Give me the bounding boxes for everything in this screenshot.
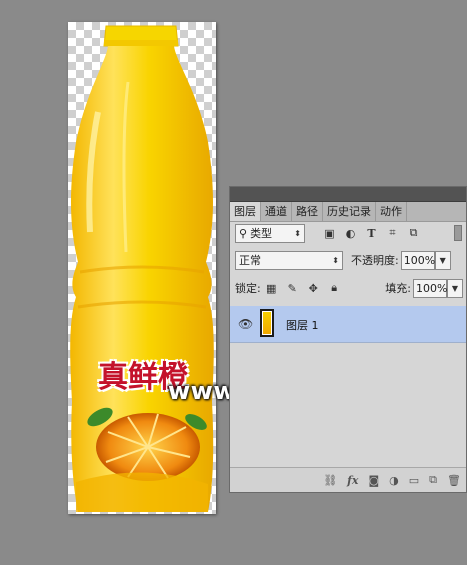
- trash-icon[interactable]: 🗑︎: [447, 474, 461, 487]
- layer-name[interactable]: 图层 1: [286, 317, 319, 333]
- filter-kind-label: 类型: [250, 227, 273, 240]
- blend-mode-label: 正常: [239, 254, 261, 267]
- adjustment-icon[interactable]: ◑: [389, 474, 399, 487]
- smart-object-filter-icon[interactable]: ⧉: [407, 226, 420, 240]
- opacity-label: 不透明度:: [351, 254, 399, 267]
- lock-all-icon[interactable]: 🔒︎: [328, 281, 341, 295]
- fill-input[interactable]: 100%: [413, 278, 448, 298]
- layer-row[interactable]: 👁︎ 图层 1: [230, 306, 466, 343]
- panel-footer: ⛓ fx ◙ ◑ ▭ ⧉ 🗑︎: [230, 467, 466, 492]
- updown-arrow-icon: ⬍: [332, 255, 339, 265]
- opacity-dropdown-button[interactable]: ▼: [434, 250, 451, 270]
- fx-icon[interactable]: fx: [347, 474, 358, 487]
- tab-paths[interactable]: 路径: [292, 202, 323, 221]
- opacity-input[interactable]: 100%: [400, 250, 436, 270]
- filter-toggle[interactable]: [454, 225, 462, 241]
- lock-transparent-icon[interactable]: ▦: [265, 282, 278, 295]
- adjustment-filter-icon[interactable]: ◐: [344, 227, 357, 240]
- lock-position-icon[interactable]: ✥: [307, 282, 320, 295]
- tab-actions[interactable]: 动作: [376, 202, 407, 221]
- tab-layers[interactable]: 图层: [230, 202, 261, 221]
- mask-icon[interactable]: ◙: [368, 474, 379, 487]
- link-icon[interactable]: ⛓: [323, 474, 337, 487]
- lock-label: 锁定:: [235, 282, 261, 295]
- tab-history[interactable]: 历史记录: [323, 202, 376, 221]
- pixel-filter-icon[interactable]: ▣: [323, 227, 336, 240]
- new-layer-icon[interactable]: ⧉: [429, 473, 437, 487]
- type-filter-icon[interactable]: T: [365, 227, 378, 240]
- opacity-value: 100%: [403, 253, 436, 267]
- layers-panel: 图层 通道 路径 历史记录 动作 ⚲ 类型 ⬍ ▣ ◐ T ⌗ ⧉ 正常 ⬍ 不…: [229, 186, 467, 493]
- folder-icon[interactable]: ▭: [409, 474, 419, 487]
- fill-dropdown-button[interactable]: ▼: [447, 278, 463, 298]
- eye-icon[interactable]: 👁︎: [238, 317, 253, 331]
- fill-label: 填充:: [385, 282, 411, 295]
- bottle-image: [70, 25, 214, 512]
- panel-titlebar[interactable]: [230, 187, 466, 202]
- lock-image-icon[interactable]: ✎: [286, 282, 299, 295]
- chevron-down-icon: ▼: [451, 283, 459, 293]
- blend-mode-select[interactable]: 正常 ⬍: [235, 250, 343, 270]
- shape-filter-icon[interactable]: ⌗: [386, 226, 399, 240]
- updown-arrow-icon: ⬍: [294, 228, 301, 238]
- search-icon: ⚲: [239, 226, 248, 240]
- layer-thumbnail[interactable]: [260, 309, 274, 337]
- panel-tabs: 图层 通道 路径 历史记录 动作: [230, 202, 466, 222]
- filter-kind-select[interactable]: ⚲ 类型 ⬍: [235, 223, 305, 243]
- document-canvas[interactable]: 真鲜橙: [68, 22, 216, 514]
- fill-value: 100%: [416, 281, 448, 295]
- tab-channels[interactable]: 通道: [261, 202, 292, 221]
- chevron-down-icon: ▼: [439, 255, 446, 265]
